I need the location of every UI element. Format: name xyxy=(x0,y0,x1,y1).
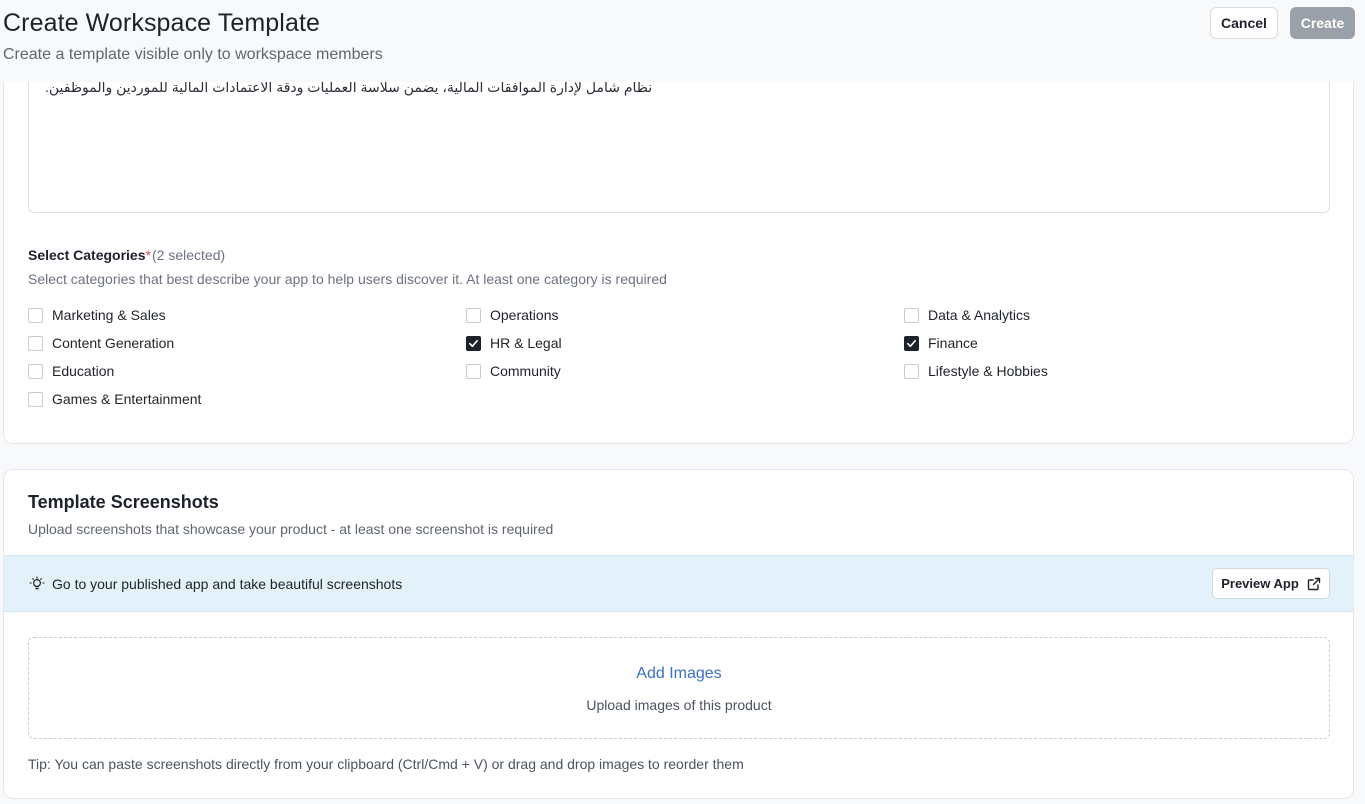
category-hr-legal[interactable]: HR & Legal xyxy=(466,333,562,353)
category-community[interactable]: Community xyxy=(466,361,561,381)
screenshots-title: Template Screenshots xyxy=(28,492,219,512)
categories-label: Select Categories* xyxy=(28,247,151,263)
checkbox-checked[interactable] xyxy=(466,335,481,351)
category-education[interactable]: Education xyxy=(28,361,114,381)
checkbox[interactable] xyxy=(28,391,43,407)
check-icon xyxy=(907,339,916,347)
page-header: Create Workspace Template Create a templ… xyxy=(0,0,1365,82)
lightbulb-icon xyxy=(29,576,45,590)
tip-banner: Go to your published app and take beauti… xyxy=(4,555,1353,612)
category-lifestyle-hobbies[interactable]: Lifestyle & Hobbies xyxy=(904,361,1048,381)
required-mark: * xyxy=(145,247,151,263)
category-label: Lifestyle & Hobbies xyxy=(928,363,1048,379)
category-label: Data & Analytics xyxy=(928,307,1030,323)
image-dropzone[interactable]: Add Images Upload images of this product xyxy=(28,637,1330,739)
page-title: Create Workspace Template xyxy=(3,9,321,37)
category-finance[interactable]: Finance xyxy=(904,333,978,353)
category-content-generation[interactable]: Content Generation xyxy=(28,333,174,353)
category-games-entertainment[interactable]: Games & Entertainment xyxy=(28,389,201,409)
clipboard-tip: Tip: You can paste screenshots directly … xyxy=(28,756,744,772)
add-images-link[interactable]: Add Images xyxy=(29,665,1329,683)
category-label: Content Generation xyxy=(52,335,175,351)
checkbox[interactable] xyxy=(904,307,919,323)
external-link-icon xyxy=(1307,577,1320,590)
category-label: Education xyxy=(52,363,115,379)
page-subtitle: Create a template visible only to worksp… xyxy=(3,46,383,63)
upload-hint: Upload images of this product xyxy=(586,697,772,713)
checkbox[interactable] xyxy=(466,307,481,323)
screenshots-card: Template Screenshots Upload screenshots … xyxy=(3,469,1354,799)
categories-label-text: Select Categories xyxy=(28,247,146,263)
category-marketing-sales[interactable]: Marketing & Sales xyxy=(28,305,166,325)
category-label: Marketing & Sales xyxy=(52,307,166,323)
tip-text: Go to your published app and take beauti… xyxy=(52,576,403,592)
details-card: نظام شامل لإدارة الموافقات المالية، يضمن… xyxy=(3,40,1354,444)
category-label: Community xyxy=(490,363,561,379)
category-label: Operations xyxy=(490,307,559,323)
preview-app-label: Preview App xyxy=(1221,576,1299,591)
categories-selected-count: (2 selected) xyxy=(152,247,226,263)
checkbox[interactable] xyxy=(904,363,919,379)
category-label: Finance xyxy=(928,335,978,351)
category-label: HR & Legal xyxy=(490,335,562,351)
cancel-button[interactable]: Cancel xyxy=(1210,7,1278,39)
checkbox[interactable] xyxy=(466,363,481,379)
checkbox-checked[interactable] xyxy=(904,335,919,351)
check-icon xyxy=(469,339,478,347)
checkbox[interactable] xyxy=(28,307,43,323)
preview-app-button[interactable]: Preview App xyxy=(1212,568,1330,599)
create-button[interactable]: Create xyxy=(1290,7,1355,39)
checkbox[interactable] xyxy=(28,335,43,351)
checkbox[interactable] xyxy=(28,363,43,379)
category-data-analytics[interactable]: Data & Analytics xyxy=(904,305,1030,325)
screenshots-subtitle: Upload screenshots that showcase your pr… xyxy=(28,521,554,537)
categories-help-text: Select categories that best describe you… xyxy=(28,271,667,287)
category-label: Games & Entertainment xyxy=(52,391,202,407)
category-operations[interactable]: Operations xyxy=(466,305,558,325)
